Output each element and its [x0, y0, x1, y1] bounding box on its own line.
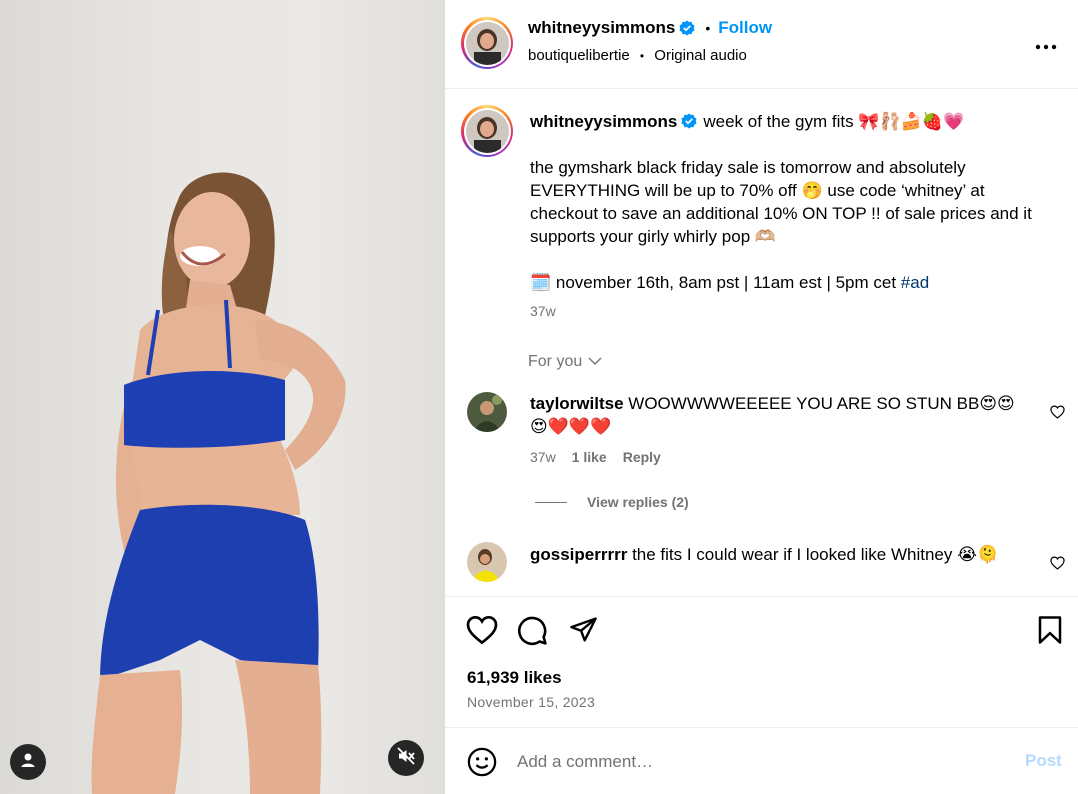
- user-icon: [20, 752, 36, 773]
- heart-icon[interactable]: [1050, 555, 1065, 575]
- view-replies-label: View replies (2): [587, 494, 689, 510]
- replies-divider: [535, 501, 567, 503]
- bookmark-icon[interactable]: [1037, 615, 1063, 650]
- more-options-icon[interactable]: [1035, 30, 1057, 56]
- verified-badge-icon: [679, 20, 695, 36]
- muted-speaker-icon: [397, 746, 415, 770]
- caption-body: the gymshark black friday sale is tomorr…: [530, 158, 1032, 246]
- post-actions: 61,939 likes November 15, 2023: [445, 596, 1078, 728]
- post-comment-button[interactable]: Post: [1025, 751, 1062, 771]
- caption-avatar[interactable]: [461, 105, 513, 157]
- caption-username[interactable]: whitneyysimmons: [530, 112, 677, 131]
- comment-text: the fits I could wear if I looked like W…: [632, 545, 999, 564]
- author-username[interactable]: whitneyysimmons: [528, 18, 675, 38]
- emoji-icon[interactable]: [467, 747, 497, 782]
- comment-input[interactable]: [517, 749, 997, 775]
- share-icon[interactable]: [568, 615, 599, 649]
- post-dialog: whitneyysimmons • Follow boutiqueliberti…: [0, 0, 1078, 794]
- audio-attribution: boutiquelibertie • Original audio: [528, 47, 747, 64]
- post-header: whitneyysimmons • Follow boutiqueliberti…: [445, 0, 1078, 89]
- caption-avatar-image: [465, 109, 509, 153]
- heart-icon[interactable]: [1050, 404, 1065, 424]
- audio-owner-link[interactable]: boutiquelibertie: [528, 47, 630, 64]
- comment-icon[interactable]: [517, 615, 548, 651]
- heart-icon[interactable]: [466, 615, 498, 650]
- commenter-avatar[interactable]: [467, 542, 507, 582]
- comments-filter-label: For you: [528, 353, 583, 370]
- audio-separator: •: [639, 49, 645, 63]
- commenter-username[interactable]: taylorwiltse: [530, 394, 624, 413]
- original-audio-link[interactable]: Original audio: [654, 47, 747, 64]
- comment-like-count[interactable]: 1 like: [572, 449, 607, 465]
- commenter-username[interactable]: gossiperrrrr: [530, 545, 627, 564]
- likes-count[interactable]: 61,939 likes: [467, 668, 562, 688]
- comment-composer: Post: [445, 729, 1078, 794]
- tagged-users-button[interactable]: [10, 744, 46, 780]
- comments-filter-dropdown[interactable]: For you: [528, 353, 602, 371]
- video-frame: [91, 172, 346, 794]
- post-details-panel: whitneyysimmons • Follow boutiqueliberti…: [445, 0, 1078, 794]
- chevron-down-icon: [588, 353, 602, 371]
- caption-schedule-text: 🗓️ november 16th, 8am pst | 11am est | 5…: [530, 273, 901, 292]
- caption-title: week of the gym fits 🎀🩰🍰🍓💗: [703, 112, 965, 131]
- comment-reply-button[interactable]: Reply: [623, 449, 661, 465]
- caption-timestamp[interactable]: 37w: [530, 303, 556, 319]
- follow-button[interactable]: Follow: [718, 18, 772, 38]
- view-replies-button[interactable]: View replies (2): [535, 494, 689, 510]
- header-separator: •: [705, 20, 711, 36]
- post-date[interactable]: November 15, 2023: [467, 694, 595, 710]
- commenter-avatar[interactable]: [467, 392, 507, 432]
- verified-badge-icon: [681, 112, 697, 129]
- author-avatar[interactable]: [461, 17, 513, 69]
- comment-timestamp[interactable]: 37w: [530, 449, 556, 465]
- author-avatar-image: [465, 21, 509, 65]
- caption-schedule: 🗓️ november 16th, 8am pst | 11am est | 5…: [530, 271, 1045, 294]
- hashtag-link[interactable]: #ad: [901, 273, 929, 292]
- mute-toggle-button[interactable]: [388, 740, 424, 776]
- post-video[interactable]: [0, 0, 445, 794]
